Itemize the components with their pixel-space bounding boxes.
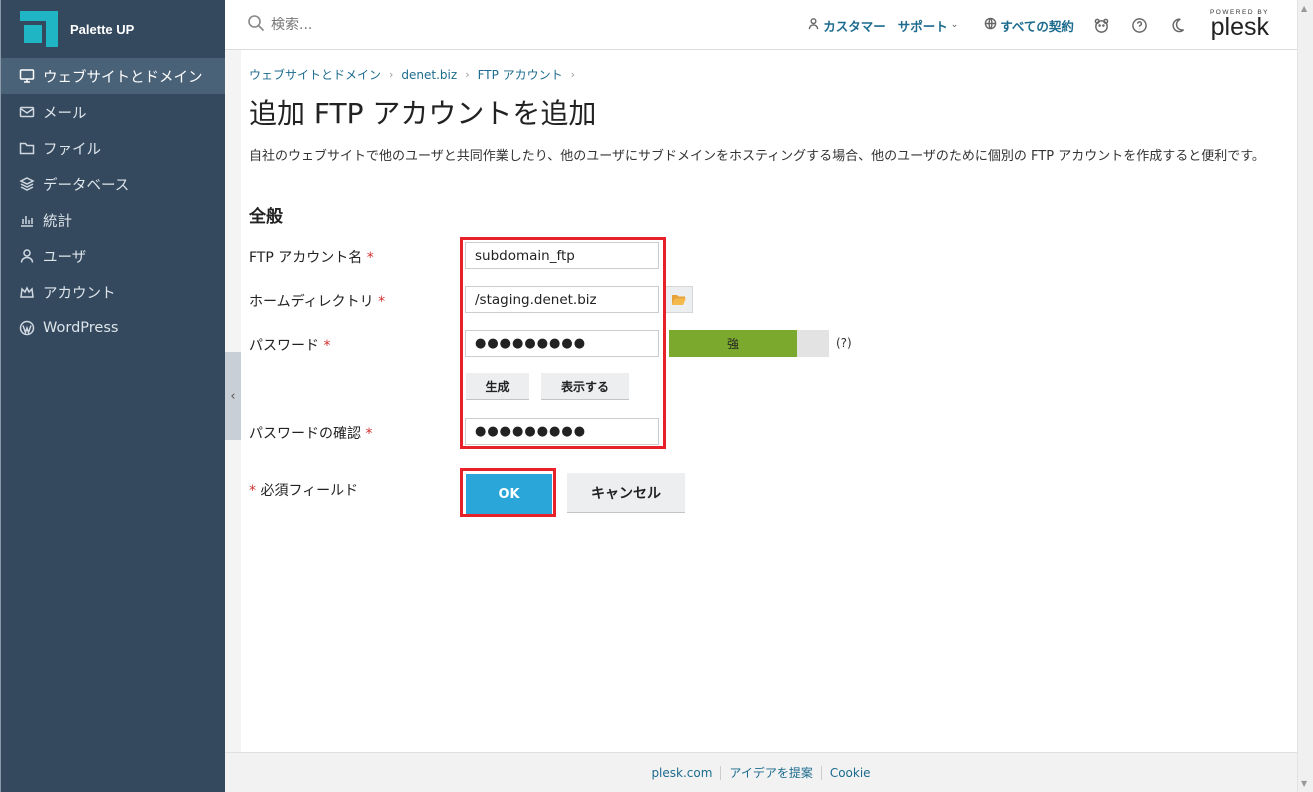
password-strength-help[interactable]: (?) <box>836 336 852 350</box>
top-bar: カスタマー サポート ⌄ すべての契約 POWERED BY plesk <box>225 0 1297 50</box>
ftp-account-name-input[interactable] <box>465 242 659 269</box>
ok-button[interactable]: OK <box>466 474 552 514</box>
chevron-right-icon: › <box>570 68 576 81</box>
confirm-password-label: パスワードの確認 * <box>249 426 373 442</box>
folder-open-icon <box>672 294 686 305</box>
sidebar-item-statistics[interactable]: 統計 <box>1 202 225 238</box>
dark-mode-icon[interactable] <box>1168 15 1188 35</box>
sidebar-nav: ウェブサイトとドメイン メール ファイル データベース 統計 ユーザ アカウント <box>1 58 225 346</box>
section-title: 全般 <box>249 207 283 227</box>
customer-label: カスタマー <box>823 18 886 34</box>
vertical-scrollbar[interactable]: ▲ ▼ <box>1297 0 1313 792</box>
required-mark: * <box>365 426 373 442</box>
browse-folder-button[interactable] <box>665 286 693 313</box>
sidebar: Palette UP ウェブサイトとドメイン メール ファイル データベース 統… <box>0 0 225 792</box>
crown-icon <box>18 283 36 301</box>
subscriptions-menu[interactable]: すべての契約 <box>984 16 1074 35</box>
sidebar-item-label: ウェブサイトとドメイン <box>43 69 203 86</box>
generate-password-button[interactable]: 生成 <box>466 373 529 400</box>
customer-menu[interactable]: カスタマー <box>807 16 886 35</box>
cancel-button[interactable]: キャンセル <box>567 473 685 513</box>
sidebar-collapse-toggle[interactable]: ‹ <box>225 352 241 440</box>
monitor-icon <box>18 67 36 85</box>
sidebar-item-label: ユーザ <box>43 249 87 266</box>
chevron-down-icon: ⌄ <box>950 20 959 30</box>
scroll-down-icon[interactable]: ▼ <box>1301 779 1307 788</box>
sidebar-item-label: メール <box>43 105 87 122</box>
stats-icon <box>18 211 36 229</box>
folder-icon <box>18 139 36 157</box>
sidebar-item-users[interactable]: ユーザ <box>1 238 225 274</box>
password-strength-fill: 強 <box>669 330 797 357</box>
sidebar-item-websites-domains[interactable]: ウェブサイトとドメイン <box>1 58 225 94</box>
confirm-password-input[interactable] <box>465 418 659 445</box>
sidebar-item-files[interactable]: ファイル <box>1 130 225 166</box>
user-icon <box>807 17 823 33</box>
footer: plesk.com アイデアを提案 Cookie <box>225 752 1297 792</box>
sidebar-item-label: データベース <box>43 177 130 194</box>
sidebar-item-label: アカウント <box>43 285 116 302</box>
footer-link-plesk[interactable]: plesk.com <box>643 766 720 780</box>
main-content: ウェブサイトとドメイン › denet.biz › FTP アカウント › 追加… <box>241 50 1297 752</box>
plesk-logo: POWERED BY plesk <box>1210 9 1269 42</box>
search-icon <box>247 14 265 36</box>
password-strength-label: 強 <box>726 337 739 351</box>
brand-name: Palette UP <box>70 21 135 37</box>
password-strength-meter: 強 <box>669 330 829 357</box>
footer-link-cookie[interactable]: Cookie <box>822 766 879 780</box>
support-menu[interactable]: サポート ⌄ <box>898 16 959 35</box>
search-input[interactable] <box>271 16 571 33</box>
sidebar-item-label: WordPress <box>43 320 119 336</box>
password-input[interactable] <box>465 330 659 357</box>
breadcrumb: ウェブサイトとドメイン › denet.biz › FTP アカウント › <box>249 66 583 83</box>
scroll-up-icon[interactable]: ▲ <box>1301 4 1307 13</box>
required-mark: * <box>323 338 331 354</box>
page-title: 追加 FTP アカウントを追加 <box>249 97 597 130</box>
home-directory-label: ホームディレクトリ * <box>249 294 386 310</box>
wordpress-icon <box>18 319 36 337</box>
database-icon <box>18 175 36 193</box>
sidebar-item-account[interactable]: アカウント <box>1 274 225 310</box>
chevron-right-icon: › <box>465 68 470 81</box>
sidebar-item-wordpress[interactable]: WordPress <box>1 310 225 346</box>
chevron-left-icon: ‹ <box>230 388 236 404</box>
brand[interactable]: Palette UP <box>1 0 225 58</box>
ftp-account-name-label: FTP アカウント名 * <box>249 250 374 266</box>
globe-icon <box>984 17 1000 33</box>
mail-icon <box>18 103 36 121</box>
plesk-wordmark: plesk <box>1210 13 1269 42</box>
support-label: サポート <box>897 18 948 34</box>
breadcrumb-domain[interactable]: denet.biz <box>401 68 457 82</box>
required-mark: * <box>366 250 374 266</box>
sidebar-item-label: 統計 <box>43 213 72 230</box>
search-box[interactable] <box>247 14 647 36</box>
page-description: 自社のウェブサイトで他のユーザと共同作業したり、他のユーザにサブドメインをホステ… <box>249 149 1265 164</box>
user-icon <box>18 247 36 265</box>
breadcrumb-ftp-accounts[interactable]: FTP アカウント <box>478 66 563 83</box>
footer-link-suggest-idea[interactable]: アイデアを提案 <box>721 764 820 781</box>
help-icon[interactable] <box>1130 15 1150 35</box>
breadcrumb-websites-domains[interactable]: ウェブサイトとドメイン <box>249 66 381 83</box>
sidebar-item-databases[interactable]: データベース <box>1 166 225 202</box>
password-label: パスワード * <box>249 338 331 354</box>
sidebar-item-mail[interactable]: メール <box>1 94 225 130</box>
home-directory-input[interactable] <box>465 286 659 313</box>
show-password-button[interactable]: 表示する <box>541 373 629 400</box>
required-mark: * <box>378 294 386 310</box>
palette-up-logo <box>18 9 60 49</box>
chevron-right-icon: › <box>389 68 394 81</box>
sidebar-item-label: ファイル <box>43 141 101 158</box>
subscriptions-label: すべての契約 <box>1000 18 1074 34</box>
required-fields-note: * 必須フィールド <box>249 483 359 499</box>
bear-icon[interactable] <box>1092 15 1112 35</box>
top-right-controls: カスタマー サポート ⌄ すべての契約 POWERED BY plesk <box>795 0 1269 50</box>
